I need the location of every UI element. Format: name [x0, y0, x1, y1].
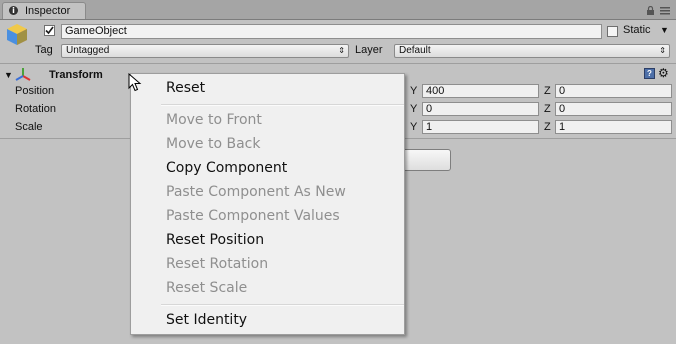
menu-item-move-to-front[interactable]: Move to Front: [166, 112, 262, 128]
static-checkbox[interactable]: [607, 26, 618, 37]
transform-axes-icon: [15, 68, 31, 81]
menu-item-reset[interactable]: Reset: [166, 80, 205, 96]
menu-separator: [161, 104, 404, 106]
tag-dropdown[interactable]: Untagged ⇕: [61, 44, 349, 58]
menu-item-copy-component[interactable]: Copy Component: [166, 160, 287, 176]
layer-label: Layer: [355, 44, 383, 56]
axis-y-label: Y: [410, 121, 418, 133]
tab-label: Inspector: [25, 5, 71, 17]
help-icon[interactable]: ?: [644, 68, 655, 79]
axis-z-label: Z: [544, 85, 551, 97]
dropdown-arrows-icon: ⇕: [338, 46, 345, 55]
scale-z-field[interactable]: 1: [555, 120, 672, 134]
active-checkbox[interactable]: [44, 25, 55, 36]
axis-y-label: Y: [410, 85, 418, 97]
menu-separator: [161, 304, 404, 306]
position-y-field[interactable]: 400: [422, 84, 539, 98]
lock-icon[interactable]: [646, 6, 655, 16]
menu-item-set-identity[interactable]: Set Identity: [166, 312, 247, 328]
position-z-field[interactable]: 0: [555, 84, 672, 98]
rotation-y-field[interactable]: 0: [422, 102, 539, 116]
axis-y-label: Y: [410, 103, 418, 115]
tag-label: Tag: [35, 44, 53, 56]
tab-inspector[interactable]: i Inspector: [2, 2, 86, 19]
dropdown-arrows-icon: ⇕: [659, 46, 666, 55]
layer-value: Default: [399, 45, 431, 56]
divider: [0, 63, 676, 64]
menu-item-reset-rotation[interactable]: Reset Rotation: [166, 256, 268, 272]
foldout-arrow-icon[interactable]: ▼: [4, 70, 13, 80]
axis-z-label: Z: [544, 121, 551, 133]
static-dropdown-arrow-icon[interactable]: ▼: [660, 25, 669, 35]
rotation-z-field[interactable]: 0: [555, 102, 672, 116]
axis-z-label: Z: [544, 103, 551, 115]
info-icon: i: [9, 6, 18, 15]
scale-y-field[interactable]: 1: [422, 120, 539, 134]
menu-item-paste-component-as-new[interactable]: Paste Component As New: [166, 184, 346, 200]
scale-label: Scale: [15, 121, 43, 133]
mouse-cursor-icon: [128, 73, 142, 92]
menu-item-move-to-back[interactable]: Move to Back: [166, 136, 261, 152]
menu-item-paste-component-values[interactable]: Paste Component Values: [166, 208, 340, 224]
transform-title: Transform: [49, 69, 103, 81]
context-menu: Reset Move to Front Move to Back Copy Co…: [130, 73, 405, 335]
menu-item-reset-position[interactable]: Reset Position: [166, 232, 264, 248]
position-label: Position: [15, 85, 55, 97]
gear-icon[interactable]: ⚙: [658, 66, 669, 80]
menu-item-reset-scale[interactable]: Reset Scale: [166, 280, 247, 296]
static-label: Static: [623, 24, 651, 36]
gameobject-cube-icon: [7, 24, 27, 45]
object-name-field[interactable]: GameObject: [61, 24, 602, 39]
tag-value: Untagged: [66, 45, 110, 56]
panel-menu-icon[interactable]: [660, 6, 670, 16]
inspector-tab-bar: [0, 0, 676, 20]
rotation-label: Rotation: [15, 103, 56, 115]
layer-dropdown[interactable]: Default ⇕: [394, 44, 670, 58]
